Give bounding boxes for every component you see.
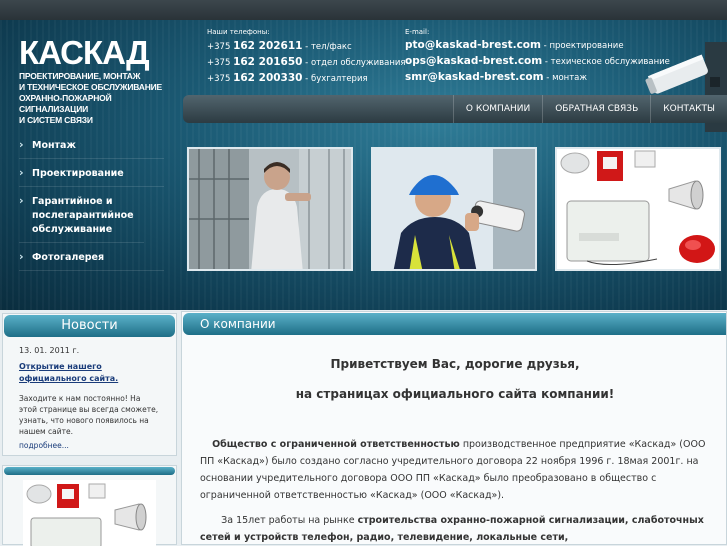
phone-row: +375 162 202611 - тел/факс	[207, 40, 406, 56]
about-paragraph-1: Общество с ограниченной ответственностью…	[200, 436, 712, 504]
products-panel	[2, 465, 177, 546]
email-link[interactable]: pto@kaskad-brest.com	[405, 39, 541, 51]
greeting-line-1: Приветствуем Вас, дорогие друзья,	[330, 357, 580, 371]
email-link[interactable]: ops@kaskad-brest.com	[405, 55, 542, 67]
side-menu-item-installation[interactable]: Монтаж	[19, 135, 164, 159]
phone-row: +375 162 200330 - бухгалтерия	[207, 72, 406, 88]
phones-label: Наши телефоны:	[207, 28, 270, 36]
phone-note: - бухгалтерия	[302, 74, 368, 84]
email-note: - проектирование	[540, 41, 624, 51]
phone-prefix: +375	[207, 42, 234, 52]
main-content: О компании Приветствуем Вас, дорогие дру…	[181, 311, 727, 545]
nav-contacts[interactable]: КОНТАКТЫ	[650, 95, 727, 123]
news-panel: Новости 13. 01. 2011 г. Открытие нашего …	[2, 313, 177, 456]
photo-equipment	[555, 147, 721, 271]
phone-number[interactable]: 162 201650	[233, 56, 302, 68]
about-paragraph-2: За 15лет работы на рынке строительства о…	[200, 512, 712, 546]
phones-block: Наши телефоны: +375 162 202611 - тел/фак…	[207, 28, 406, 88]
site-logo[interactable]: КАСКАД ПРОЕКТИРОВАНИЕ, МОНТАЖ И ТЕХНИЧЕС…	[19, 36, 169, 126]
nav-about[interactable]: О КОМПАНИИ	[452, 95, 542, 123]
news-more-link[interactable]: подробнее...	[19, 441, 160, 450]
email-row: ops@kaskad-brest.com - техическое обслуж…	[405, 55, 670, 71]
phone-note: - тел/факс	[302, 42, 352, 52]
logo-tagline: ПРОЕКТИРОВАНИЕ, МОНТАЖ И ТЕХНИЧЕСКОЕ ОБС…	[19, 71, 169, 126]
side-menu-item-gallery[interactable]: Фотогалерея	[19, 247, 164, 271]
products-panel-header	[4, 467, 175, 475]
email-row: pto@kaskad-brest.com - проектирование	[405, 39, 670, 55]
email-row: smr@kaskad-brest.com - монтаж	[405, 71, 670, 87]
email-note: - монтаж	[543, 73, 588, 83]
about-paragraph-2-text: За 15лет работы на рынке	[221, 515, 358, 526]
main-heading: О компании	[183, 313, 726, 335]
phone-number[interactable]: 162 200330	[233, 72, 302, 84]
phone-row: +375 162 201650 - отдел обслуживания	[207, 56, 406, 72]
top-band	[0, 0, 727, 20]
news-title-link[interactable]: Открытие нашего официального сайта.	[19, 361, 129, 385]
news-text: Заходите к нам постоянно! На этой страни…	[19, 394, 159, 436]
photo-engineer	[371, 147, 537, 271]
side-menu-item-design[interactable]: Проектирование	[19, 163, 164, 187]
phone-note: - отдел обслуживания	[302, 58, 406, 68]
top-nav: О КОМПАНИИ ОБРАТНАЯ СВЯЗЬ КОНТАКТЫ	[183, 95, 727, 123]
phone-number[interactable]: 162 202611	[233, 40, 302, 52]
phone-prefix: +375	[207, 74, 234, 84]
side-menu: Монтаж Проектирование Гарантийное и посл…	[19, 135, 164, 275]
emails-label: E-mail:	[405, 28, 430, 36]
photo-installation	[187, 147, 353, 271]
phone-prefix: +375	[207, 58, 234, 68]
greeting-line-2: на страницах официального сайта компании…	[295, 387, 615, 401]
nav-feedback[interactable]: ОБРАТНАЯ СВЯЗЬ	[542, 95, 650, 123]
logo-brand: КАСКАД	[19, 34, 150, 71]
tagline-line: ПРОЕКТИРОВАНИЕ, МОНТАЖ	[19, 71, 141, 81]
email-link[interactable]: smr@kaskad-brest.com	[405, 71, 544, 83]
news-heading: Новости	[4, 315, 175, 337]
emails-block: E-mail: pto@kaskad-brest.com - проектиро…	[405, 28, 670, 87]
tagline-line: И СИСТЕМ СВЯЗИ	[19, 115, 93, 125]
product-image[interactable]	[23, 480, 156, 546]
tagline-line: И ТЕХНИЧЕСКОЕ ОБСЛУЖИВАНИЕ	[19, 82, 163, 92]
news-date: 13. 01. 2011 г.	[19, 346, 80, 355]
tagline-line: ОХРАННО-ПОЖАРНОЙ СИГНАЛИЗАЦИИ	[19, 93, 112, 114]
side-menu-item-service[interactable]: Гарантийное и послегарантийное обслужива…	[19, 191, 144, 243]
company-name-bold: Общество с ограниченной ответственностью	[212, 439, 460, 450]
